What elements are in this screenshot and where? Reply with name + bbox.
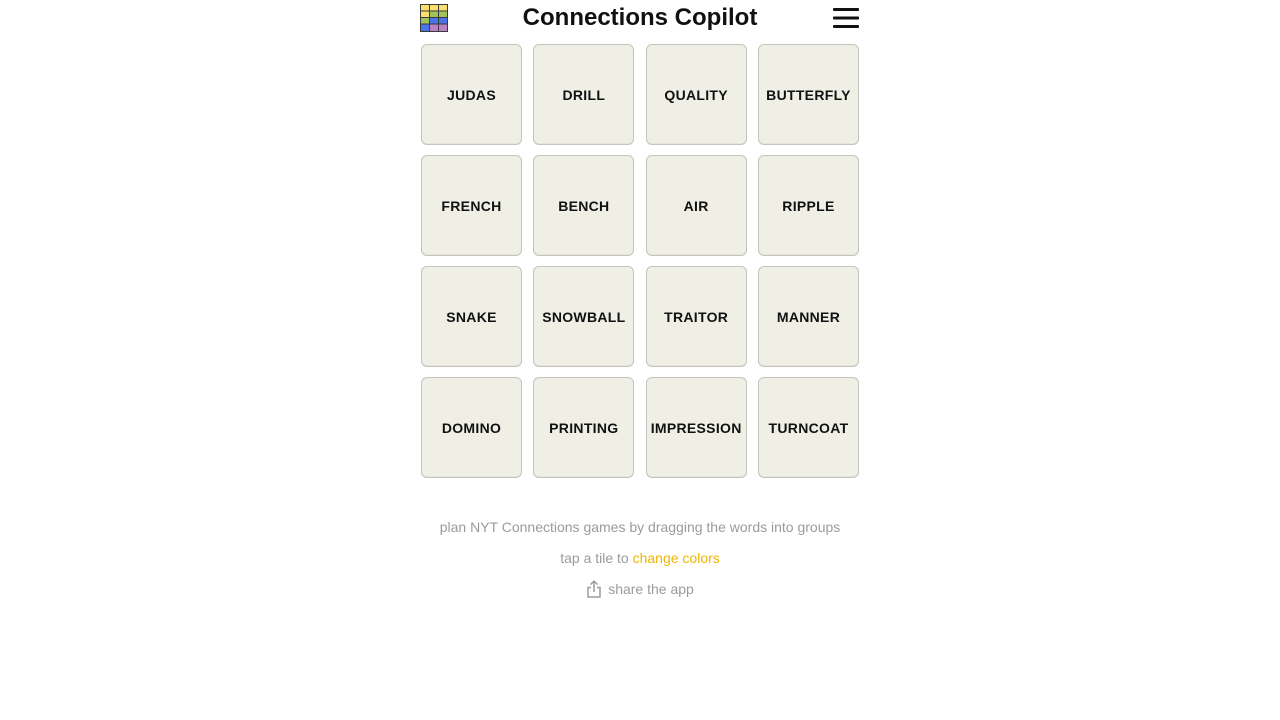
menu-button[interactable] <box>832 6 860 30</box>
header: Connections Copilot <box>420 0 860 36</box>
word-tile[interactable]: DOMINO <box>421 377 522 478</box>
word-tile[interactable]: BENCH <box>533 155 635 256</box>
change-colors-link[interactable]: change colors <box>633 550 720 566</box>
word-tile[interactable]: TURNCOAT <box>757 377 859 478</box>
instructions-text: plan NYT Connections games by dragging t… <box>439 519 841 535</box>
word-tile[interactable]: JUDAS <box>421 44 522 145</box>
word-tile[interactable]: SNOWBALL <box>533 266 635 367</box>
word-tile[interactable]: IMPRESSION <box>645 377 747 478</box>
share-app-label: share the app <box>608 581 694 597</box>
share-app-link[interactable]: share the app <box>586 580 694 598</box>
tap-hint-prefix: tap a tile to <box>560 550 633 566</box>
word-tile[interactable]: AIR <box>645 155 747 256</box>
word-tile[interactable]: QUALITY <box>645 44 747 145</box>
word-tile[interactable]: MANNER <box>757 266 859 367</box>
share-icon <box>587 580 601 598</box>
word-tile[interactable]: TRAITOR <box>645 266 747 367</box>
word-grid: JUDAS DRILL QUALITY BUTTERFLY FRENCH BEN… <box>421 44 859 478</box>
word-tile[interactable]: BUTTERFLY <box>757 44 859 145</box>
word-tile[interactable]: FRENCH <box>421 155 522 256</box>
page-title: Connections Copilot <box>522 4 758 31</box>
word-tile[interactable]: PRINTING <box>533 377 635 478</box>
hamburger-menu-icon <box>833 8 859 28</box>
word-tile[interactable]: RIPPLE <box>757 155 859 256</box>
word-tile[interactable]: DRILL <box>533 44 635 145</box>
app: Connections Copilot JUDAS DRILL QUALITY … <box>0 0 1280 720</box>
word-tile[interactable]: SNAKE <box>421 266 522 367</box>
tap-hint: tap a tile to change colors <box>0 550 1280 566</box>
share-row: share the app <box>0 580 1280 601</box>
